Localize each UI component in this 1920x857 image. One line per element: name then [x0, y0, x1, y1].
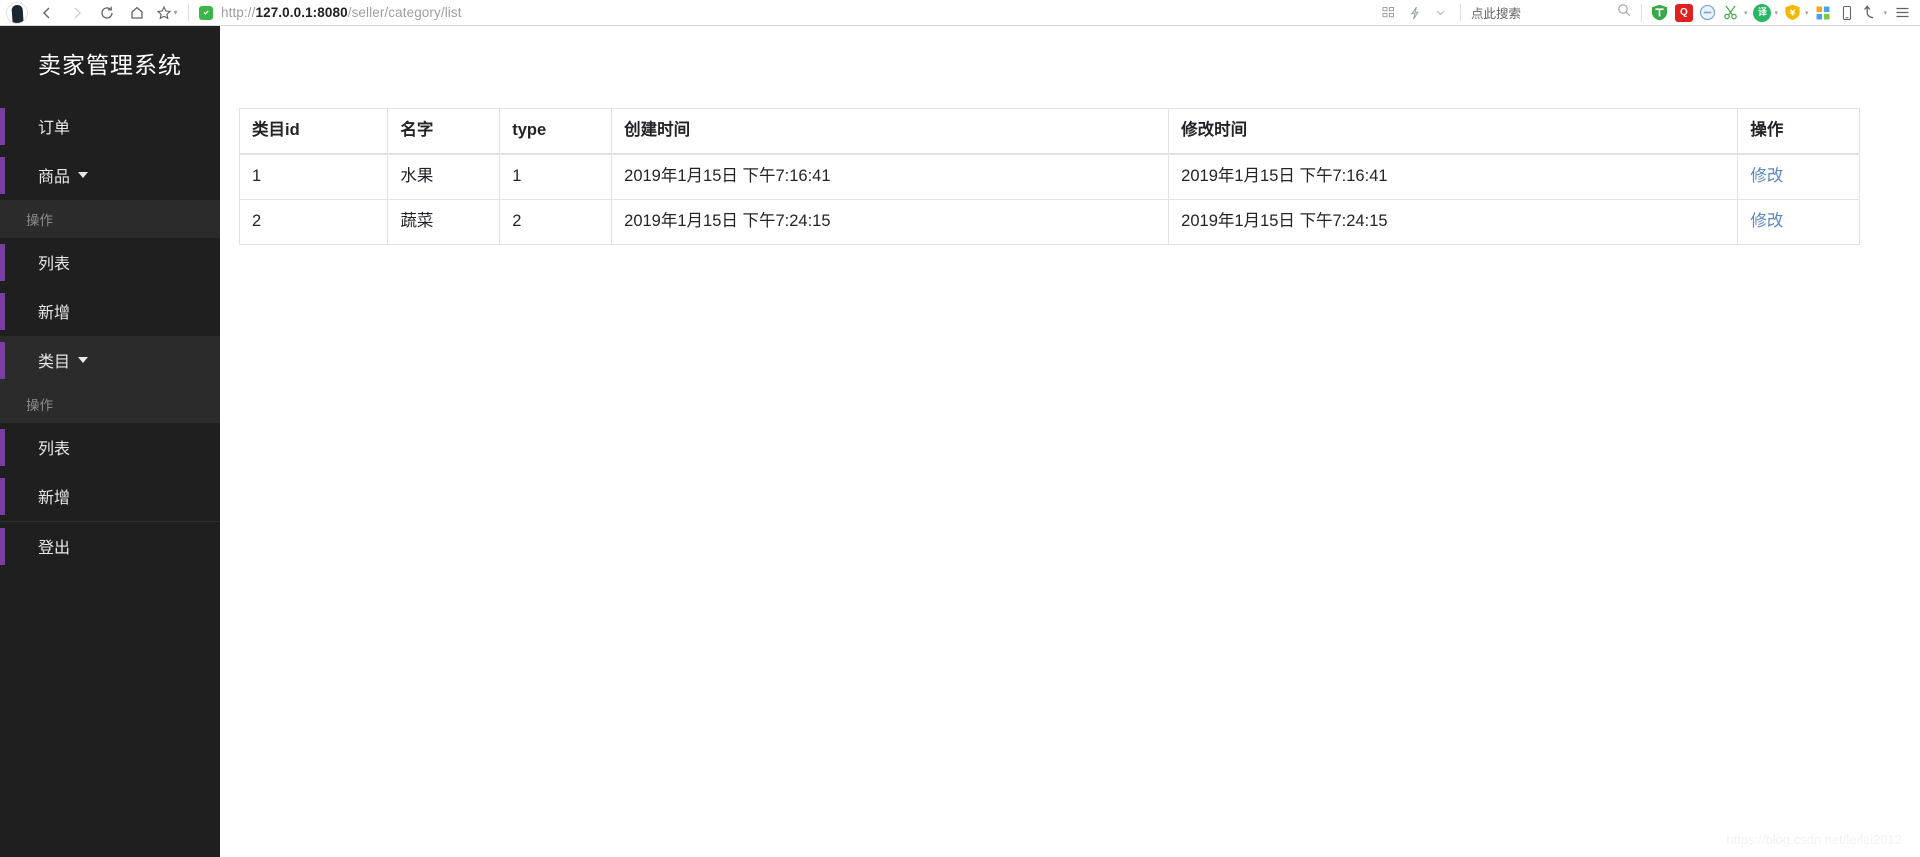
browser-nav-cluster: ▾ — [0, 0, 182, 26]
scissors-icon[interactable] — [1723, 4, 1741, 22]
url-host: 127.0.0.1:8080 — [255, 5, 348, 20]
sidebar-item-product-add[interactable]: 新增 — [0, 286, 220, 336]
coupon-icon[interactable]: ¥ — [1784, 4, 1802, 22]
table-row: 1 水果 1 2019年1月15日 下午7:16:41 2019年1月15日 下… — [238, 153, 1860, 200]
sidebar-item-category-add[interactable]: 新增 — [0, 471, 220, 521]
url-protocol: http:// — [221, 5, 256, 20]
sidebar-section-label: 操作 — [26, 397, 53, 413]
chevron-down-icon[interactable] — [1428, 0, 1454, 26]
cell-name: 水果 — [387, 153, 501, 200]
cell-category-id: 2 — [238, 198, 389, 245]
column-header-actions: 操作 — [1737, 107, 1860, 155]
table-header: 类目id 名字 type 创建时间 修改时间 操作 — [238, 107, 1860, 155]
sidebar: 卖家管理系统 订单 商品 操作 列表 新增 类目 操作 列表 新增 登出 — [0, 26, 220, 857]
category-table: 类目id 名字 type 创建时间 修改时间 操作 1 水果 1 2019年1月… — [238, 107, 1860, 245]
toolbar-divider-3 — [1640, 3, 1642, 22]
history-undo-icon[interactable] — [1862, 4, 1880, 22]
address-bar[interactable]: http://127.0.0.1:8080/seller/category/li… — [199, 5, 462, 20]
sidebar-item-category-list[interactable]: 列表 — [0, 422, 220, 472]
table-header-row: 类目id 名字 type 创建时间 修改时间 操作 — [238, 107, 1860, 155]
adblock-icon[interactable] — [1699, 4, 1717, 22]
cell-created-at: 2019年1月15日 下午7:16:41 — [611, 153, 1170, 200]
main-content: 类目id 名字 type 创建时间 修改时间 操作 1 水果 1 2019年1月… — [220, 26, 1920, 857]
screenshot-icon[interactable]: Q — [1674, 3, 1693, 22]
reload-button[interactable] — [92, 0, 122, 26]
translate-icon[interactable]: 译 — [1753, 3, 1772, 22]
sidebar-item-product-list[interactable]: 列表 — [0, 237, 220, 287]
column-header-created-at: 创建时间 — [611, 107, 1170, 155]
cell-type: 2 — [499, 198, 613, 245]
toolbar-divider — [188, 3, 189, 22]
search-input[interactable]: 点此搜索 — [1467, 3, 1635, 23]
url-text[interactable]: http://127.0.0.1:8080/seller/category/li… — [221, 5, 462, 20]
home-button[interactable] — [122, 0, 152, 26]
edit-link[interactable]: 修改 — [1750, 212, 1783, 230]
cell-name: 蔬菜 — [387, 198, 501, 245]
sidebar-item-orders[interactable]: 订单 — [0, 101, 220, 151]
cell-updated-at: 2019年1月15日 下午7:16:41 — [1168, 153, 1739, 200]
tampermonkey-icon[interactable] — [1651, 4, 1669, 22]
apps-grid-icon[interactable] — [1376, 0, 1402, 26]
sidebar-section-label: 操作 — [26, 212, 53, 228]
svg-text:¥: ¥ — [1790, 9, 1796, 18]
cell-category-id: 1 — [238, 153, 389, 200]
brand-title: 卖家管理系统 — [38, 52, 182, 78]
profile-avatar[interactable] — [6, 1, 28, 24]
sidebar-item-label: 新增 — [38, 490, 71, 508]
column-header-name: 名字 — [387, 107, 501, 155]
edit-link[interactable]: 修改 — [1750, 167, 1783, 185]
forward-button[interactable] — [62, 0, 92, 26]
scissors-caret-icon[interactable]: ▾ — [1744, 9, 1748, 17]
translate-caret-icon[interactable]: ▾ — [1774, 9, 1778, 17]
lightning-icon[interactable] — [1402, 0, 1428, 26]
browser-toolbar-right: 点此搜索 Q ▾ 译 ▾ ¥ ▾ ▾ — [1376, 0, 1920, 26]
toolbar-divider-2 — [1459, 3, 1461, 22]
mobile-view-icon[interactable] — [1838, 4, 1856, 22]
column-header-type: type — [499, 107, 613, 155]
back-button[interactable] — [32, 0, 62, 26]
cell-type: 1 — [499, 153, 613, 200]
sidebar-item-label: 列表 — [38, 256, 71, 274]
sidebar-item-label: 商品 — [38, 169, 71, 187]
shield-check-icon — [199, 5, 213, 20]
sidebar-item-label: 类目 — [38, 354, 71, 372]
sidebar-item-products[interactable]: 商品 — [0, 150, 220, 200]
url-path: /seller/category/list — [347, 5, 462, 20]
chevron-down-icon — [78, 172, 89, 179]
sidebar-item-label: 登出 — [38, 540, 71, 558]
windows-grid-icon[interactable] — [1814, 4, 1832, 22]
cell-updated-at: 2019年1月15日 下午7:24:15 — [1168, 198, 1739, 245]
cell-actions: 修改 — [1737, 153, 1860, 200]
chevron-down-icon — [78, 357, 89, 364]
browser-toolbar: ▾ http://127.0.0.1:8080/seller/category/… — [0, 0, 1920, 26]
sidebar-item-logout[interactable]: 登出 — [0, 521, 220, 571]
column-header-updated-at: 修改时间 — [1168, 107, 1739, 155]
table-body: 1 水果 1 2019年1月15日 下午7:16:41 2019年1月15日 下… — [238, 153, 1860, 245]
watermark: https://blog.csdn.net/leifei2012 — [1726, 832, 1902, 847]
sidebar-section-products-ops: 操作 — [0, 199, 220, 238]
sidebar-item-category[interactable]: 类目 — [0, 335, 220, 385]
search-icon[interactable] — [1617, 3, 1631, 22]
column-header-category-id: 类目id — [238, 107, 389, 155]
browser-menu-icon[interactable] — [1893, 4, 1911, 22]
search-placeholder: 点此搜索 — [1470, 7, 1521, 21]
bookmark-star-button[interactable]: ▾ — [152, 0, 182, 26]
bookmark-caret-icon[interactable]: ▾ — [173, 8, 177, 17]
sidebar-item-label: 列表 — [38, 441, 71, 459]
cell-created-at: 2019年1月15日 下午7:24:15 — [611, 198, 1170, 245]
sidebar-section-category-ops: 操作 — [0, 384, 220, 423]
sidebar-item-label: 新增 — [38, 305, 71, 323]
sidebar-item-label: 订单 — [38, 120, 71, 138]
coupon-caret-icon[interactable]: ▾ — [1805, 9, 1809, 17]
history-caret-icon[interactable]: ▾ — [1883, 9, 1887, 17]
cell-actions: 修改 — [1737, 198, 1860, 245]
table-row: 2 蔬菜 2 2019年1月15日 下午7:24:15 2019年1月15日 下… — [238, 198, 1860, 245]
